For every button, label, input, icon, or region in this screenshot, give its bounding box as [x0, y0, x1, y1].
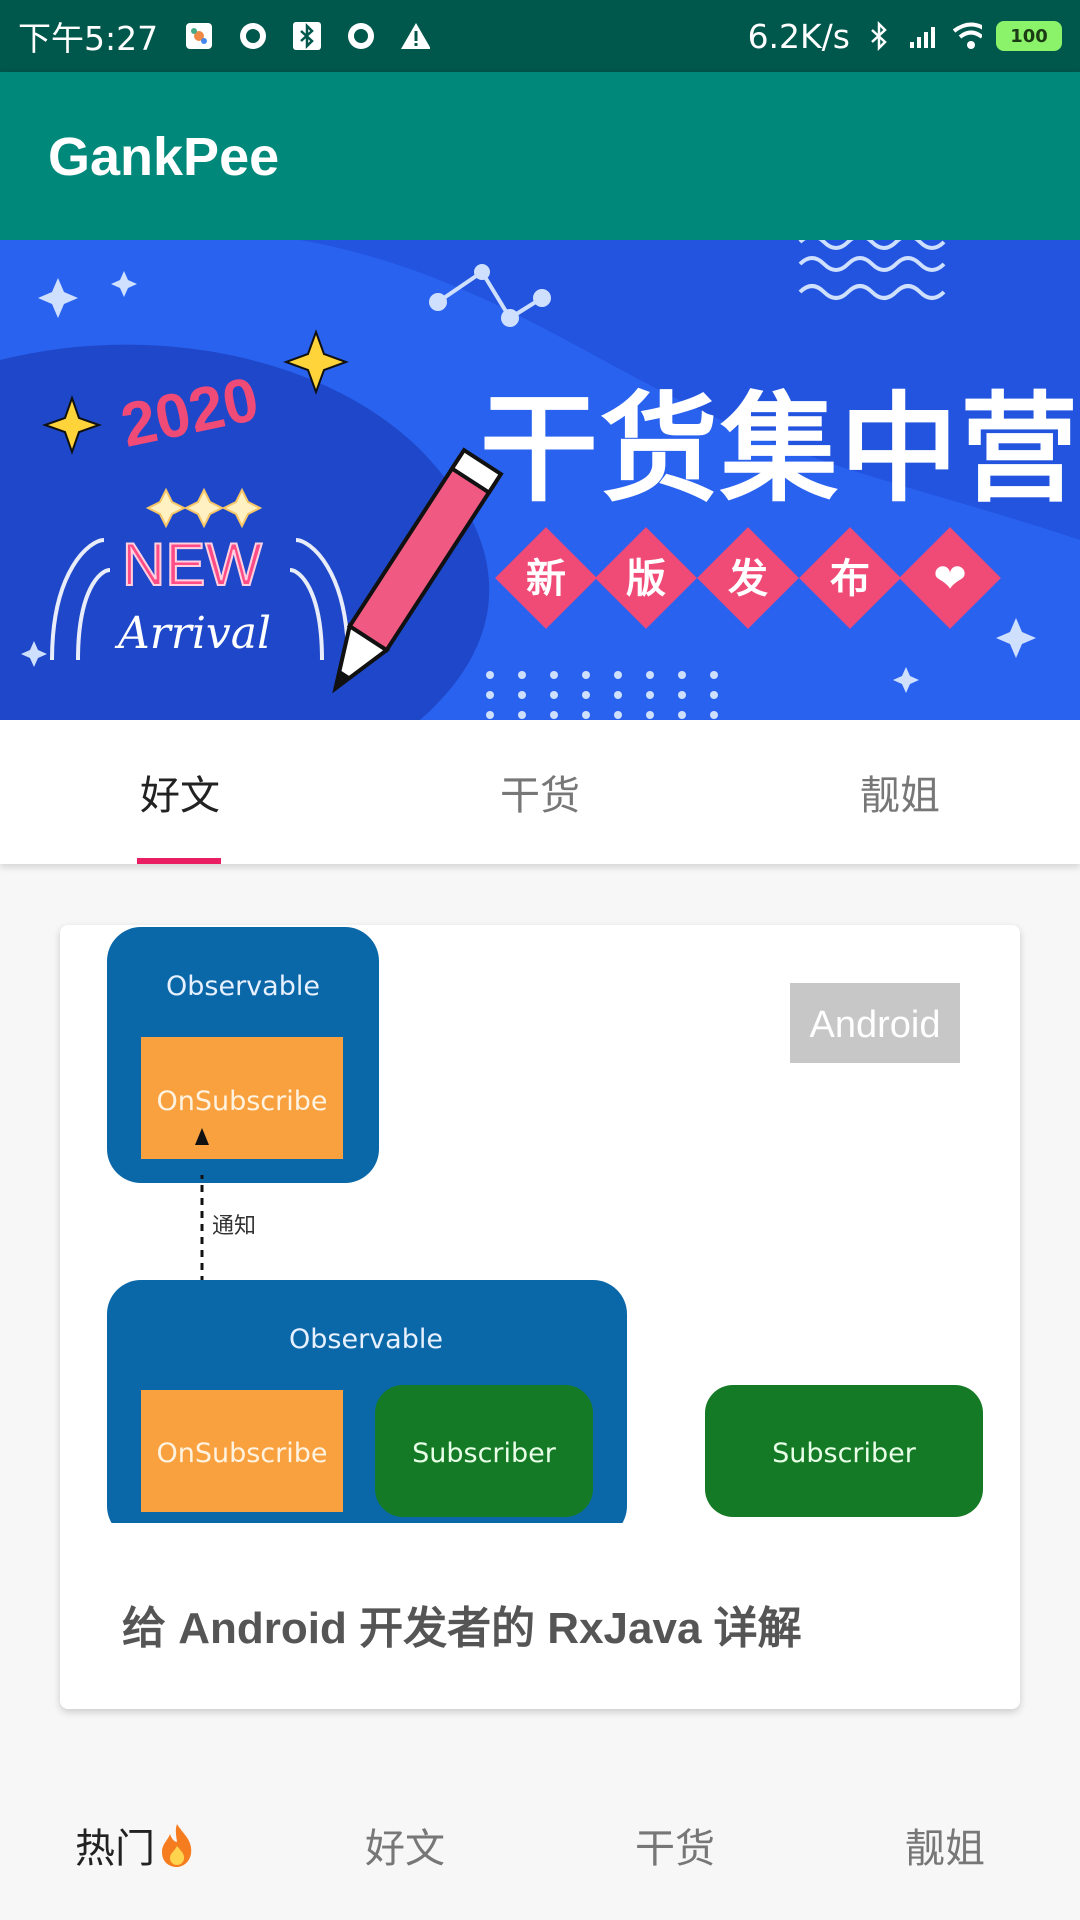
- signal-icon: [908, 21, 938, 51]
- tab-haowen[interactable]: 好文: [0, 720, 360, 864]
- pinwheel-icon: [184, 21, 214, 51]
- banner-tag: 布: [830, 556, 870, 602]
- app-bar: GankPee: [0, 72, 1080, 240]
- nav-item-haowen[interactable]: 好文: [270, 1770, 540, 1920]
- rxjava-diagram: Observable OnSubscribe Android 通知 Observ…: [60, 927, 1020, 1555]
- banner-tag: 新: [526, 556, 566, 602]
- nav-item-jingjie[interactable]: 靓姐: [810, 1770, 1080, 1920]
- status-time: 下午5:27: [18, 19, 159, 58]
- net-speed: 6.2K/s: [747, 16, 850, 56]
- record-icon: [346, 21, 376, 51]
- wifi-icon: [952, 21, 982, 51]
- diagram-bottom-observable: Observable: [289, 1324, 443, 1355]
- bluetooth-icon: [292, 21, 322, 51]
- nav-item-ganhuo[interactable]: 干货: [540, 1770, 810, 1920]
- warning-icon: [400, 21, 431, 51]
- tab-ganhuo[interactable]: 干货: [360, 720, 720, 864]
- banner-tag: 版: [626, 556, 666, 602]
- category-badge: Android: [810, 1004, 941, 1046]
- diagram-outer-subscriber: Subscriber: [772, 1438, 917, 1469]
- article-card[interactable]: Observable OnSubscribe Android 通知 Observ…: [60, 925, 1020, 1709]
- diagram-top-onsubscribe: OnSubscribe: [156, 1086, 327, 1117]
- battery-icon: 100: [996, 21, 1062, 51]
- nav-item-label: 热门: [75, 1826, 155, 1872]
- fire-icon: [159, 1822, 195, 1868]
- article-title[interactable]: 给 Android 开发者的 RxJava 详解: [122, 1592, 802, 1656]
- banner-tag: 发: [728, 556, 768, 602]
- record-icon: [238, 21, 268, 51]
- nav-item-hot[interactable]: 热门: [0, 1770, 270, 1920]
- bluetooth-icon: [864, 21, 894, 51]
- top-tab-bar: 好文 干货 靓姐: [0, 720, 1080, 864]
- bottom-navigation: 热门 好文 干货 靓姐: [0, 1770, 1080, 1920]
- app-title: GankPee: [48, 127, 280, 187]
- diagram-top-observable: Observable: [166, 971, 320, 1002]
- banner-tag-heart: ❤: [933, 556, 967, 602]
- tab-jingjie[interactable]: 靓姐: [720, 720, 1080, 864]
- banner-new-text: NEW: [122, 531, 262, 598]
- banner-image[interactable]: 2020 NEW Arrival 干货集中营 新 版 发 布 ❤: [0, 240, 1080, 720]
- tab-indicator: [137, 858, 221, 864]
- diagram-bottom-onsubscribe: OnSubscribe: [156, 1438, 327, 1469]
- banner-arrival-text: Arrival: [114, 608, 271, 659]
- diagram-arrow-label: 通知: [212, 1214, 256, 1239]
- banner-headline: 干货集中营: [480, 380, 1080, 518]
- diagram-inner-subscriber: Subscriber: [412, 1438, 557, 1469]
- status-bar: 下午5:27 6.2K/s 100: [0, 0, 1080, 72]
